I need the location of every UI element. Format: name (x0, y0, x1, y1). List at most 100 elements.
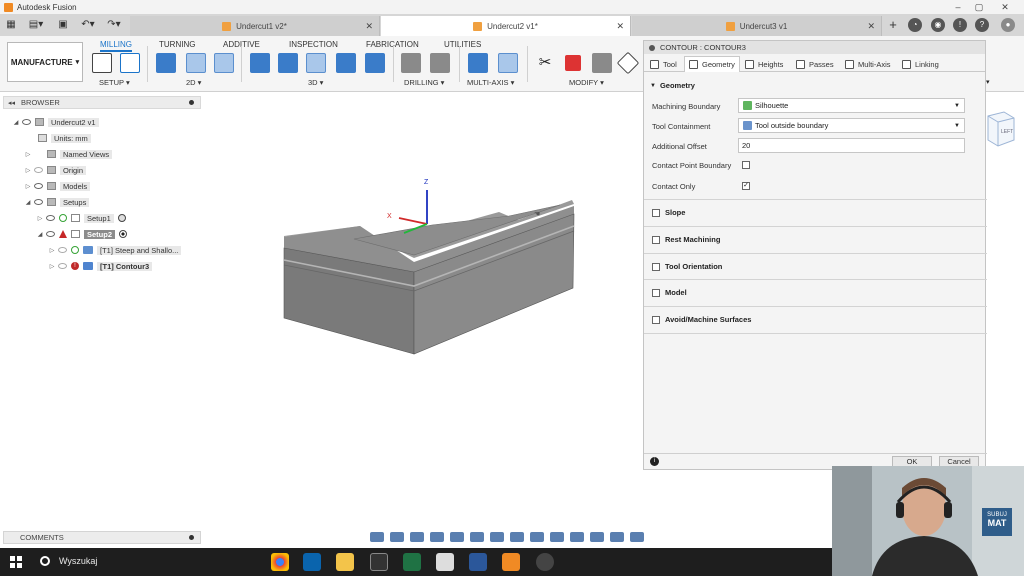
dialog-header[interactable]: CONTOUR : CONTOUR3 (644, 41, 985, 54)
tool-library-icon[interactable] (592, 53, 612, 73)
dialog-menu-icon[interactable] (649, 44, 655, 51)
camera-icon[interactable] (590, 532, 604, 542)
machining-boundary-select[interactable]: Silhouette ▼ (738, 98, 965, 113)
browser-header[interactable]: ◂◂ BROWSER (3, 96, 201, 109)
group-multi-axis[interactable]: MULTI-AXIS ▾ (467, 78, 514, 87)
visibility-icon[interactable] (34, 167, 43, 173)
active-radio[interactable] (119, 230, 128, 238)
multi-axis-contour-icon[interactable] (468, 53, 488, 73)
tree-item-steep-shallow[interactable]: ▷ [T1] Steep and Shallo... (48, 244, 182, 256)
extensions-icon[interactable]: ◔ (908, 18, 922, 32)
additional-offset-input[interactable]: 20 (738, 138, 965, 153)
group-2d[interactable]: 2D ▾ (186, 78, 201, 87)
tree-item-document[interactable]: ◢ Undercut2 v1 (12, 116, 99, 128)
setup-sheet-icon[interactable] (120, 53, 140, 73)
tab-tool[interactable]: Tool (646, 56, 681, 72)
tab-utilities[interactable]: UTILITIES (444, 40, 481, 49)
move-icon[interactable] (616, 51, 640, 75)
tree-item-contour3[interactable]: ▷ ! [T1] Contour3 (48, 260, 153, 272)
simulate-icon[interactable] (550, 532, 564, 542)
search-icon[interactable] (40, 556, 50, 566)
expand-icon[interactable]: ▷ (24, 167, 32, 174)
group-model[interactable]: Model (644, 279, 987, 305)
expand-icon[interactable]: ◢ (36, 231, 44, 238)
tab-linking[interactable]: Linking (898, 56, 943, 72)
notifications-icon[interactable]: ! (953, 18, 967, 32)
windows-start-icon[interactable] (10, 556, 22, 568)
tool-orientation-checkbox[interactable] (652, 263, 660, 271)
expand-icon[interactable]: ▷ (48, 263, 56, 270)
section-icon[interactable] (530, 532, 544, 542)
pan-icon[interactable] (410, 532, 424, 542)
tab-multi-axis[interactable]: Multi-Axis (841, 56, 895, 72)
group-drilling[interactable]: DRILLING ▾ (404, 78, 444, 87)
hole-recognition-icon[interactable] (430, 53, 450, 73)
undo-icon[interactable]: ↶▾ (78, 17, 98, 33)
tool-display-icon[interactable] (610, 532, 624, 542)
expand-icon[interactable]: ◢ (12, 119, 20, 126)
maximize-button[interactable]: ▢ (968, 0, 990, 14)
new-tab-icon[interactable]: + (886, 17, 900, 33)
close-tab-icon[interactable]: ✕ (365, 21, 373, 32)
visibility-icon[interactable] (34, 183, 43, 189)
swarf-icon[interactable] (498, 53, 518, 73)
tree-item-models[interactable]: ▷ Models (24, 180, 91, 192)
steep-shallow-icon[interactable] (306, 53, 326, 73)
snipping-tool-icon[interactable] (370, 553, 388, 571)
workspace-switcher-button[interactable]: MANUFACTURE ▾ (7, 42, 83, 82)
2d-adaptive-icon[interactable] (156, 53, 176, 73)
tab-turning[interactable]: TURNING (159, 40, 195, 49)
tab-undercut1[interactable]: Undercut1 v2* ✕ (130, 16, 380, 36)
close-window-button[interactable]: ✕ (994, 0, 1016, 14)
pin-icon[interactable] (189, 100, 194, 105)
expand-icon[interactable]: ▷ (24, 151, 32, 158)
visibility-icon[interactable] (34, 199, 43, 205)
group-rest-machining[interactable]: Rest Machining (644, 226, 987, 252)
close-tab-icon[interactable]: ✕ (867, 21, 875, 32)
tab-inspection[interactable]: INSPECTION (289, 40, 338, 49)
contact-point-boundary-checkbox[interactable] (742, 161, 750, 169)
scallop-icon[interactable] (336, 53, 356, 73)
info-icon[interactable]: i (650, 457, 659, 466)
rest-machining-checkbox[interactable] (652, 236, 660, 244)
viewports-icon[interactable] (510, 532, 524, 542)
tab-heights[interactable]: Heights (741, 56, 787, 72)
3d-adaptive-icon[interactable] (250, 53, 270, 73)
group-setup[interactable]: SETUP ▾ (99, 78, 130, 87)
chrome-icon[interactable] (271, 553, 289, 571)
excel-icon[interactable] (403, 553, 421, 571)
3d-viewport[interactable]: Z X ☚ (204, 92, 644, 536)
model-checkbox[interactable] (652, 289, 660, 297)
visibility-icon[interactable] (58, 247, 67, 253)
comments-panel[interactable]: COMMENTS (3, 531, 201, 544)
save-icon[interactable]: ▣ (56, 17, 70, 33)
minimize-button[interactable]: – (947, 0, 969, 14)
tab-geometry[interactable]: Geometry (684, 56, 740, 72)
help-icon[interactable]: ? (975, 18, 989, 32)
fit-icon[interactable] (450, 532, 464, 542)
tree-item-units[interactable]: Units: mm (38, 132, 91, 144)
tab-milling[interactable]: MILLING (100, 40, 133, 52)
pin-icon[interactable] (189, 535, 194, 540)
file-explorer-icon[interactable] (336, 553, 354, 571)
contact-only-checkbox[interactable]: ✓ (742, 182, 750, 190)
tab-passes[interactable]: Passes (792, 56, 838, 72)
app-grid-icon[interactable]: ▦ (4, 17, 18, 33)
2d-pocket-icon[interactable] (186, 53, 206, 73)
file-menu-icon[interactable]: ▤▾ (26, 17, 46, 33)
orbit-icon[interactable] (370, 532, 384, 542)
tab-undercut2[interactable]: Undercut2 v1* ✕ (381, 16, 631, 36)
group-3d[interactable]: 3D ▾ (308, 78, 323, 87)
user-avatar[interactable]: ● (1001, 18, 1015, 32)
expand-icon[interactable]: ◢ (24, 199, 32, 206)
group-slope[interactable]: Slope (644, 199, 987, 225)
stock-icon[interactable] (570, 532, 584, 542)
word-icon[interactable] (469, 553, 487, 571)
visibility-icon[interactable] (46, 215, 55, 221)
group-tool-orientation[interactable]: Tool Orientation (644, 253, 987, 279)
tree-item-setup2[interactable]: ◢ Setup2 (36, 228, 128, 240)
expand-icon[interactable]: ▷ (36, 215, 44, 222)
visibility-icon[interactable] (58, 263, 67, 269)
tool-containment-select[interactable]: Tool outside boundary ▼ (738, 118, 965, 133)
job-status-icon[interactable]: ◉ (931, 18, 945, 32)
